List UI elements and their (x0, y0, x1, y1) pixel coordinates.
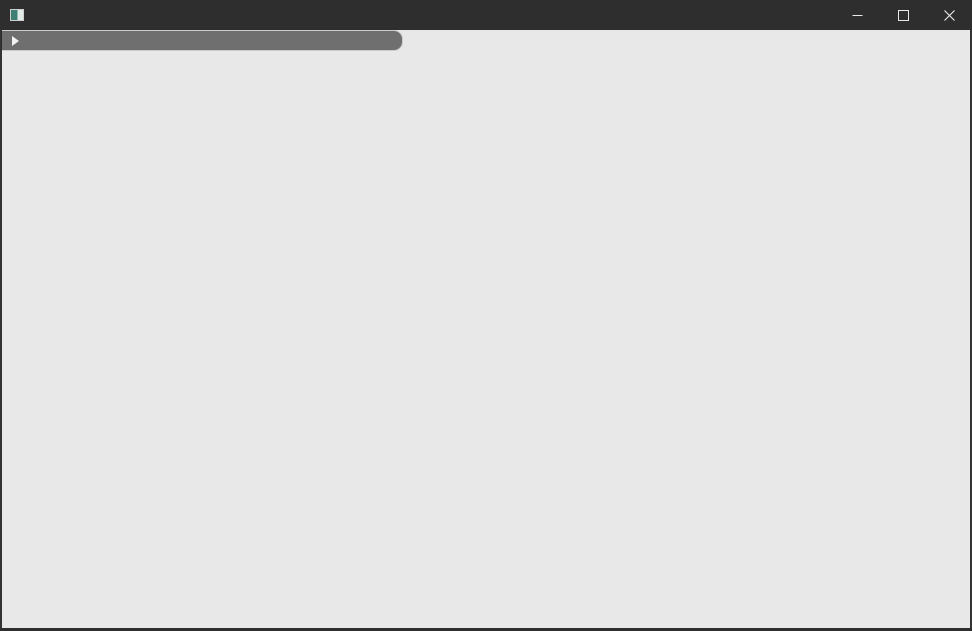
chevron-right-icon (12, 36, 19, 46)
debug-collapsing-header[interactable] (2, 31, 402, 50)
titlebar[interactable] (0, 0, 972, 30)
window-controls (834, 0, 972, 30)
app-icon (10, 9, 24, 21)
close-button[interactable] (926, 0, 972, 30)
raytraced-scene-canvas[interactable] (2, 30, 970, 628)
close-icon (944, 10, 955, 21)
minimize-button[interactable] (834, 0, 880, 30)
minimize-icon (852, 10, 863, 21)
maximize-button[interactable] (880, 0, 926, 30)
maximize-icon (898, 10, 909, 21)
app-window (0, 0, 972, 631)
render-viewport[interactable] (0, 30, 972, 631)
